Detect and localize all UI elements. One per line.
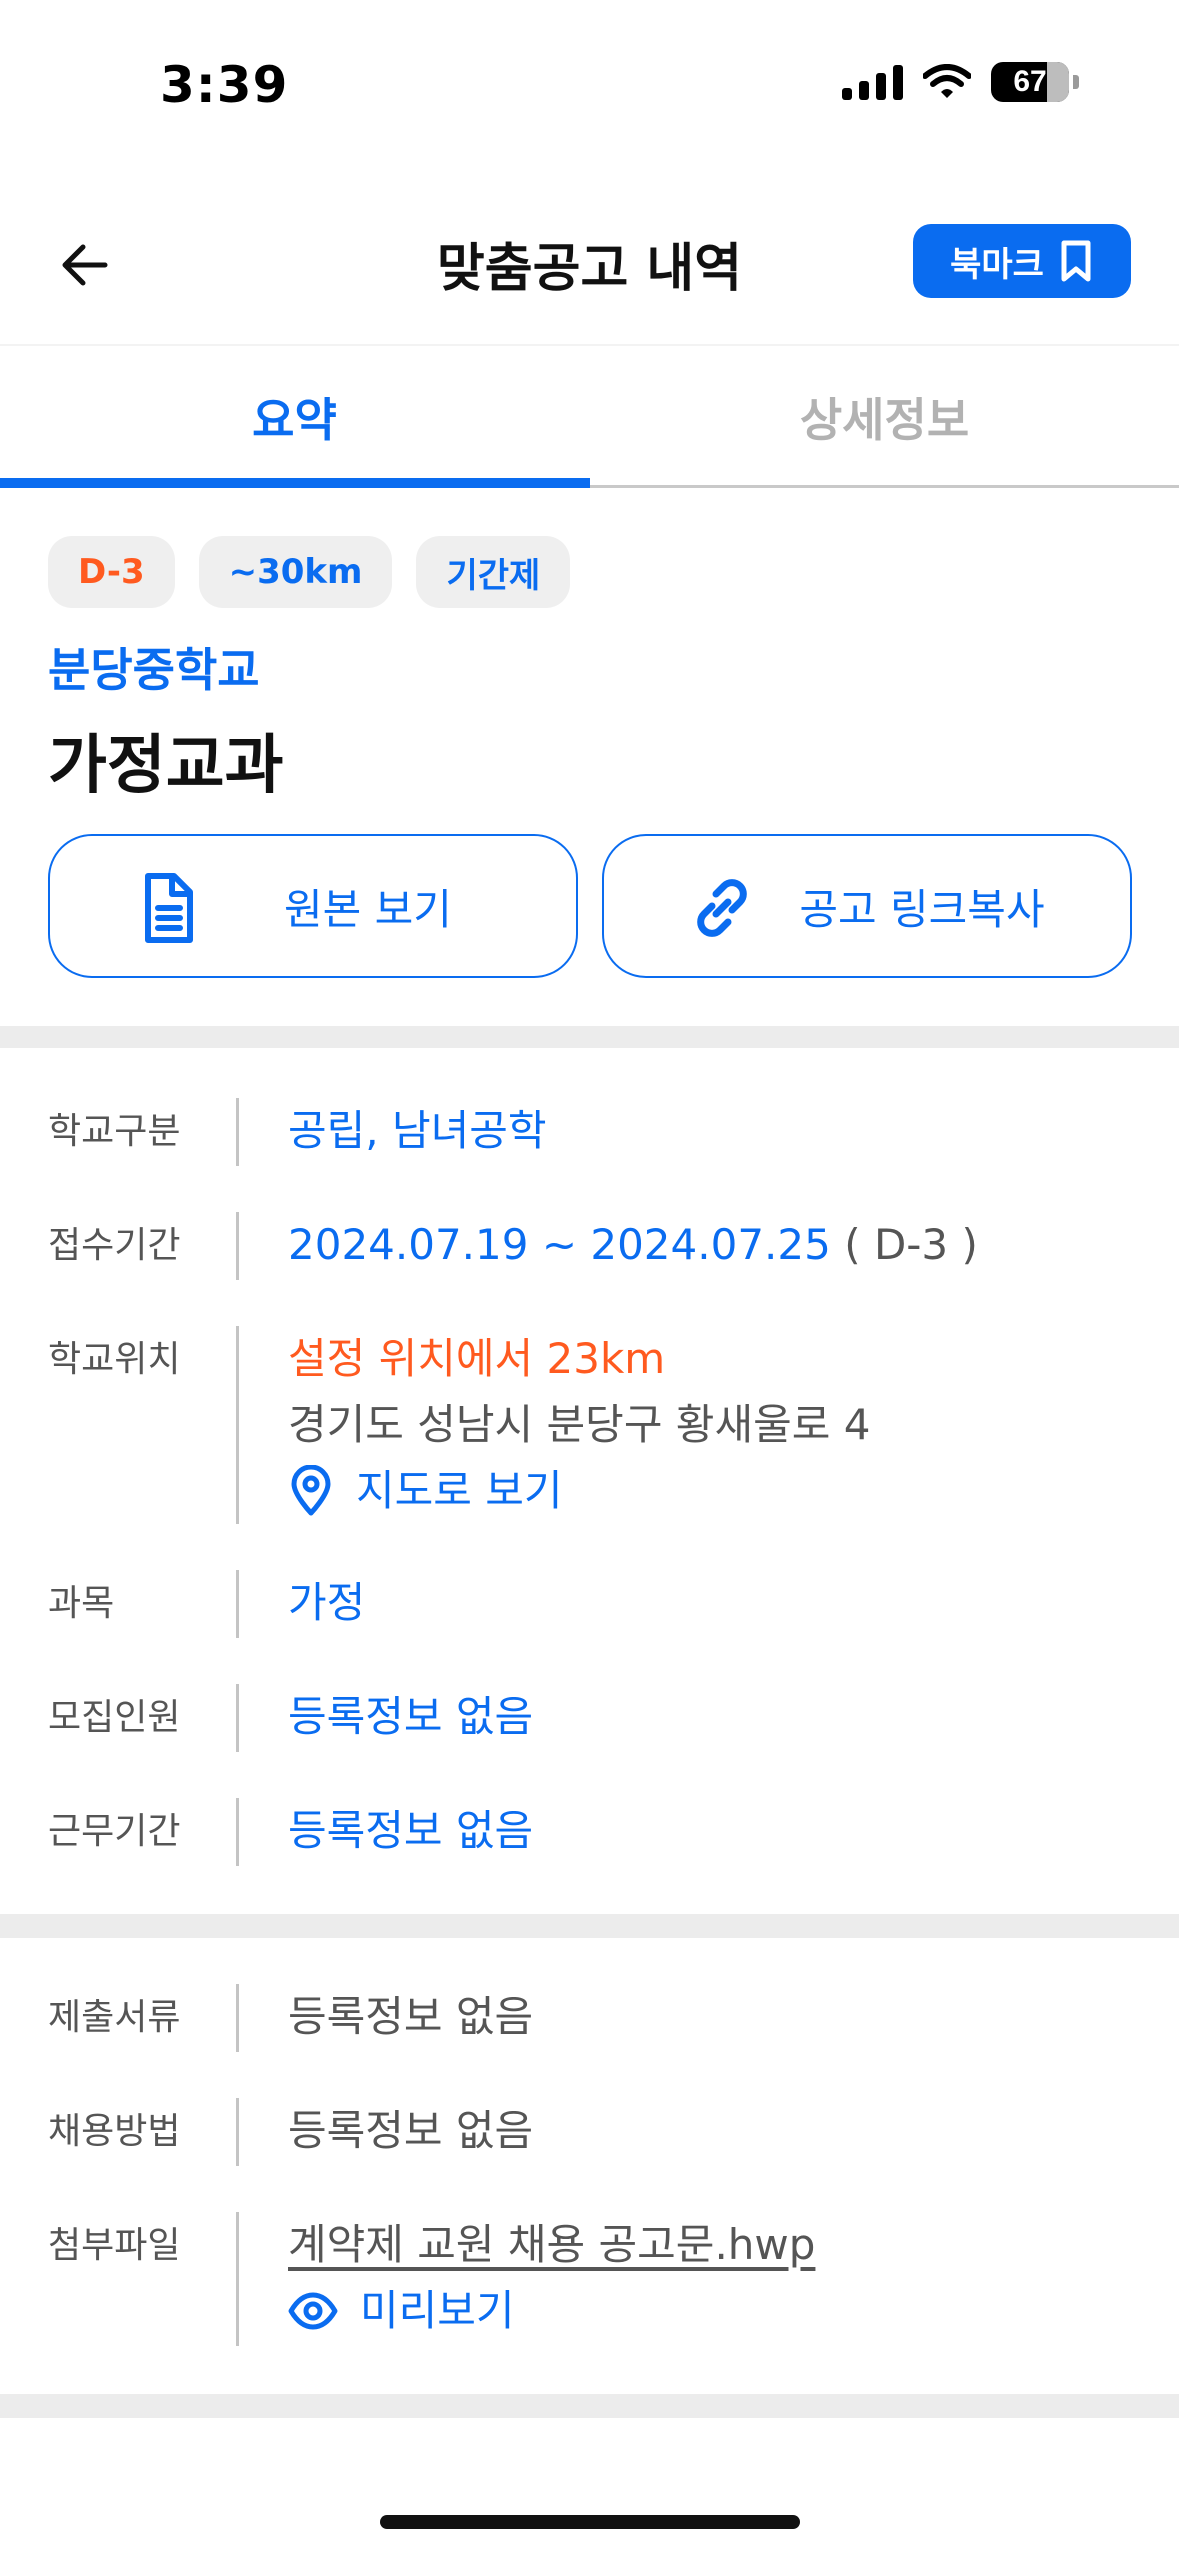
documents-value: 등록정보 없음 xyxy=(288,1992,534,2041)
info-separator xyxy=(236,1984,239,2052)
battery-level: 67 xyxy=(1013,65,1047,98)
preview-link[interactable]: 미리보기 xyxy=(288,2278,815,2344)
info-separator xyxy=(236,1798,239,1866)
tab-detail[interactable]: 상세정보 xyxy=(590,346,1179,487)
info-separator xyxy=(236,2212,239,2346)
info-separator xyxy=(236,1098,239,1166)
status-bar: 3:39 67 xyxy=(0,0,1179,170)
copy-link-label: 공고 링크복사 xyxy=(799,884,1045,934)
period-dday: ( D-3 ) xyxy=(844,1220,978,1269)
location-value: 설정 위치에서 23km 경기도 성남시 분당구 황새울로 4 지도로 보기 xyxy=(288,1326,870,1524)
view-original-label: 원본 보기 xyxy=(284,884,452,934)
wifi-icon xyxy=(923,64,971,98)
map-pin-icon xyxy=(291,1465,331,1516)
map-link-label: 지도로 보기 xyxy=(356,1466,563,1515)
period-dates: 2024.07.19 ~ 2024.07.25 xyxy=(288,1220,831,1269)
cellular-signal-icon xyxy=(842,64,903,100)
copy-link-button[interactable]: 공고 링크복사 xyxy=(602,834,1132,978)
section-divider xyxy=(0,1026,1179,1048)
attachment-file-link[interactable]: 계약제 교원 채용 공고문.hwp xyxy=(288,2212,815,2278)
info-separator xyxy=(236,1212,239,1280)
tab-active-indicator xyxy=(0,478,590,488)
headcount-value: 등록정보 없음 xyxy=(288,1692,534,1741)
distance-chip: ~30km xyxy=(198,536,393,608)
info-separator xyxy=(236,2098,239,2166)
location-address: 경기도 성남시 분당구 황새울로 4 xyxy=(288,1400,871,1449)
battery-nub xyxy=(1073,75,1079,89)
info-label: 과목 xyxy=(48,1583,115,1624)
bookmark-icon xyxy=(1061,240,1091,282)
tab-bar: 요약 상세정보 xyxy=(0,344,1179,488)
school-name: 분당중학교 xyxy=(48,643,260,697)
job-title: 가정교과 xyxy=(48,729,284,803)
info-separator xyxy=(236,1326,239,1524)
info-label: 채용방법 xyxy=(48,2111,181,2152)
battery-icon: 67 xyxy=(991,62,1069,102)
info-label: 모집인원 xyxy=(48,1697,181,1738)
section-divider xyxy=(0,1914,1179,1938)
job-type-chip: 기간제 xyxy=(416,536,571,608)
nav-header: 맞춤공고 내역 북마크 xyxy=(0,200,1179,340)
info-label: 첨부파일 xyxy=(48,2225,181,2266)
work-period-value: 등록정보 없음 xyxy=(288,1806,534,1855)
home-indicator xyxy=(380,2515,800,2529)
eye-icon xyxy=(288,2292,338,2330)
status-icons: 67 xyxy=(842,62,1079,102)
dday-chip: D-3 xyxy=(48,536,175,608)
bookmark-label: 북마크 xyxy=(950,244,1044,285)
preview-label: 미리보기 xyxy=(360,2286,515,2335)
status-time: 3:39 xyxy=(160,56,289,114)
school-type-value: 공립, 남녀공학 xyxy=(288,1106,547,1155)
map-link[interactable]: 지도로 보기 xyxy=(288,1458,870,1524)
tab-summary[interactable]: 요약 xyxy=(0,346,589,487)
period-value: 2024.07.19 ~ 2024.07.25 ( D-3 ) xyxy=(288,1212,978,1278)
section-divider xyxy=(0,2394,1179,2418)
subject-value: 가정 xyxy=(288,1578,366,1627)
location-distance: 설정 위치에서 23km xyxy=(288,1334,666,1383)
info-label: 접수기간 xyxy=(48,1225,181,1266)
info-label: 학교위치 xyxy=(48,1339,181,1380)
view-original-button[interactable]: 원본 보기 xyxy=(48,834,578,978)
info-separator xyxy=(236,1570,239,1638)
info-label: 근무기간 xyxy=(48,1811,181,1852)
attachment-value: 계약제 교원 채용 공고문.hwp 미리보기 xyxy=(288,2212,815,2344)
method-value: 등록정보 없음 xyxy=(288,2106,534,2155)
info-separator xyxy=(236,1684,239,1752)
info-label: 학교구분 xyxy=(48,1111,181,1152)
bookmark-button[interactable]: 북마크 xyxy=(913,224,1131,298)
info-label: 제출서류 xyxy=(48,1997,181,2038)
tag-chips: D-3 ~30km 기간제 xyxy=(48,536,571,608)
